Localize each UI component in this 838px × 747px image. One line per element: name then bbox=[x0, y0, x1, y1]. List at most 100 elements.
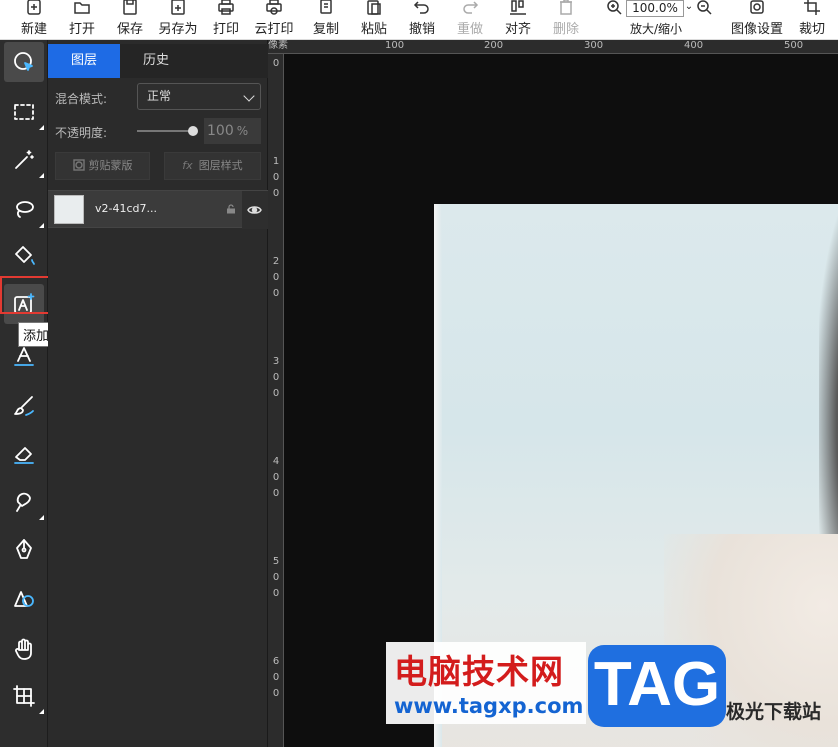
align-icon bbox=[504, 0, 532, 18]
save-as-button[interactable]: 另存为 bbox=[156, 0, 200, 40]
watermark-tag-logo: TAG bbox=[588, 645, 726, 727]
zoom-in-button[interactable] bbox=[604, 0, 624, 40]
ruler-tick-label: 5 0 0 bbox=[272, 556, 280, 599]
save-as-icon bbox=[156, 0, 200, 18]
ruler-tick-label: 6 0 0 bbox=[272, 656, 280, 699]
marquee-icon bbox=[14, 104, 34, 120]
submenu-corner-icon bbox=[39, 223, 44, 228]
unlock-icon[interactable] bbox=[226, 204, 236, 214]
opacity-input[interactable]: 100% bbox=[204, 118, 261, 144]
save-label: 保存 bbox=[116, 22, 143, 37]
cloud-print-button[interactable]: 云打印 bbox=[252, 0, 296, 40]
opacity-value-text: 100 bbox=[207, 123, 234, 139]
crop-button[interactable]: 裁切 bbox=[798, 0, 826, 40]
zoom-dropdown-chevron-icon[interactable]: ⌄ bbox=[684, 0, 694, 40]
print-button[interactable]: 打印 bbox=[212, 0, 240, 40]
delete-button[interactable]: 删除 bbox=[552, 0, 580, 40]
redo-button[interactable]: 重做 bbox=[456, 0, 484, 40]
blend-mode-value: 正常 bbox=[147, 89, 172, 103]
crop-label: 裁切 bbox=[798, 22, 825, 37]
zoom-in-icon bbox=[604, 0, 624, 18]
image-settings-label: 图像设置 bbox=[730, 22, 783, 37]
transform-tool[interactable] bbox=[4, 676, 44, 716]
zoom-value-input[interactable]: 100.0% bbox=[626, 0, 684, 17]
folder-icon bbox=[68, 0, 96, 18]
hand-tool[interactable] bbox=[4, 630, 44, 670]
ruler-tick-label: 500 bbox=[784, 40, 804, 51]
open-button[interactable]: 打开 bbox=[68, 0, 96, 40]
redo-icon bbox=[456, 0, 484, 18]
layer-thumbnail bbox=[54, 195, 84, 224]
tab-layers[interactable]: 图层 bbox=[48, 44, 120, 78]
save-icon bbox=[116, 0, 144, 18]
magic-wand-icon bbox=[15, 150, 34, 169]
magic-wand-tool[interactable] bbox=[4, 140, 44, 180]
watermark-aside: 极光下载站 bbox=[726, 701, 822, 723]
fx-icon: fx bbox=[182, 159, 193, 172]
ruler-unit-label: 像素 bbox=[268, 40, 288, 51]
submenu-corner-icon bbox=[39, 173, 44, 178]
zoom-out-button[interactable] bbox=[694, 0, 714, 40]
new-icon bbox=[20, 0, 48, 18]
undo-label: 撤销 bbox=[408, 22, 435, 37]
toolbox bbox=[0, 40, 48, 747]
horizontal-ruler: 像素 100 200 300 400 500 bbox=[268, 40, 838, 54]
watermark-url: www.tagxp.com bbox=[394, 694, 584, 718]
redo-label: 重做 bbox=[456, 22, 483, 37]
brush-icon bbox=[14, 396, 34, 416]
opacity-slider[interactable] bbox=[137, 130, 193, 132]
ruler-tick-label: 1 0 0 bbox=[272, 156, 280, 199]
submenu-corner-icon bbox=[39, 515, 44, 520]
submenu-corner-icon bbox=[39, 125, 44, 130]
ruler-tick-label: 0 bbox=[272, 58, 280, 69]
top-toolbar: 新建 打开 保存 另存为 打印 云打印 复制 粘贴 撤销 重做 对齐 删除 10… bbox=[0, 0, 838, 40]
printer-icon bbox=[212, 0, 240, 18]
paste-icon bbox=[360, 0, 388, 18]
fill-tool[interactable] bbox=[4, 236, 44, 276]
opacity-label: 不透明度: bbox=[55, 126, 108, 140]
marquee-tool[interactable] bbox=[4, 92, 44, 132]
cloud-printer-icon bbox=[252, 0, 296, 18]
lasso-tool[interactable] bbox=[4, 190, 44, 230]
copy-icon bbox=[312, 0, 340, 18]
watermark-tag-text: TAG bbox=[593, 650, 721, 719]
smudge-tool[interactable] bbox=[4, 482, 44, 522]
layer-row[interactable]: v2-41cd7... bbox=[48, 190, 268, 229]
smudge-icon bbox=[16, 492, 31, 512]
pen-tool[interactable] bbox=[4, 530, 44, 570]
copy-button[interactable]: 复制 bbox=[312, 0, 340, 40]
ruler-tick-label: 200 bbox=[484, 40, 504, 51]
submenu-corner-icon bbox=[39, 709, 44, 714]
select-tool[interactable] bbox=[4, 42, 44, 82]
cloud-print-label: 云打印 bbox=[254, 22, 294, 37]
clip-mask-button[interactable]: 剪贴蒙版 bbox=[55, 152, 150, 180]
open-label: 打开 bbox=[68, 22, 95, 37]
zoom-out-icon bbox=[694, 0, 714, 18]
opacity-slider-handle[interactable] bbox=[188, 126, 198, 136]
save-button[interactable]: 保存 bbox=[116, 0, 144, 40]
layer-style-button[interactable]: fx 图层样式 bbox=[164, 152, 261, 180]
clip-mask-icon bbox=[72, 159, 85, 171]
paste-button[interactable]: 粘贴 bbox=[360, 0, 388, 40]
image-settings-icon bbox=[728, 0, 786, 18]
save-as-label: 另存为 bbox=[158, 22, 198, 37]
align-button[interactable]: 对齐 bbox=[504, 0, 532, 40]
trash-icon bbox=[552, 0, 580, 18]
opacity-unit: % bbox=[236, 124, 249, 138]
layer-visibility-toggle[interactable] bbox=[242, 191, 268, 229]
blend-mode-select[interactable]: 正常 bbox=[137, 83, 261, 110]
undo-button[interactable]: 撤销 bbox=[408, 0, 436, 40]
blend-mode-label: 混合模式: bbox=[55, 92, 108, 106]
layer-style-label: 图层样式 bbox=[198, 159, 243, 172]
panel-tabs: 图层 历史 bbox=[48, 44, 268, 78]
ruler-tick-label: 3 0 0 bbox=[272, 356, 280, 399]
ruler-tick-label: 4 0 0 bbox=[272, 456, 280, 499]
ruler-tick-label: 300 bbox=[584, 40, 604, 51]
image-settings-button[interactable]: 图像设置 bbox=[728, 0, 786, 40]
brush-tool[interactable] bbox=[4, 386, 44, 426]
new-button[interactable]: 新建 bbox=[20, 0, 48, 40]
tab-history[interactable]: 历史 bbox=[120, 44, 192, 78]
shape-tool[interactable] bbox=[4, 578, 44, 618]
eraser-tool[interactable] bbox=[4, 434, 44, 474]
transform-grid-icon bbox=[13, 685, 35, 707]
